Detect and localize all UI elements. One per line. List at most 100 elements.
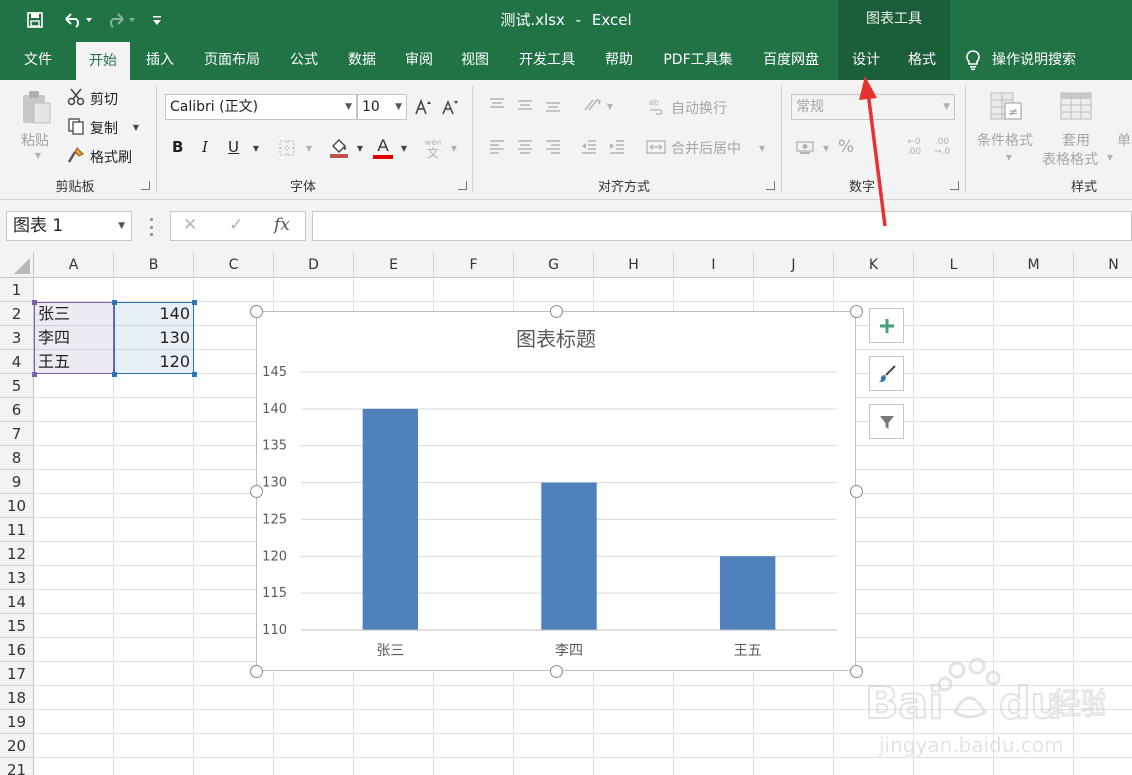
merge-dropdown-icon[interactable]: ▼: [756, 142, 768, 154]
font-launcher-icon[interactable]: [458, 181, 467, 190]
chart-resize-handle[interactable]: [849, 664, 863, 678]
accounting-format-icon[interactable]: [793, 136, 819, 158]
copy-dropdown-icon[interactable]: ▼: [130, 122, 142, 132]
chart-resize-handle[interactable]: [249, 484, 263, 498]
row-header-5[interactable]: 5: [0, 374, 34, 398]
chart-resize-handle[interactable]: [849, 304, 863, 318]
chart-object[interactable]: 图表标题 110 115 120 125 130 135 140 145 张三 李四 王五: [256, 311, 856, 671]
row-header-9[interactable]: 9: [0, 470, 34, 494]
column-header-d[interactable]: D: [274, 252, 354, 278]
column-header-f[interactable]: F: [434, 252, 514, 278]
chart-resize-handle[interactable]: [849, 484, 863, 498]
row-header-16[interactable]: 16: [0, 638, 34, 662]
column-header-a[interactable]: A: [34, 252, 114, 278]
tab-review[interactable]: 审阅: [393, 40, 445, 80]
chart-bar-2[interactable]: [541, 482, 597, 630]
cell-b3[interactable]: 130: [114, 326, 194, 350]
orientation-icon[interactable]: [580, 94, 604, 116]
row-header-18[interactable]: 18: [0, 686, 34, 710]
undo-icon[interactable]: [58, 8, 96, 32]
column-header-c[interactable]: C: [194, 252, 274, 278]
format-as-table-dropdown-icon[interactable]: ▼: [1104, 152, 1116, 162]
tab-developer[interactable]: 开发工具: [508, 40, 586, 80]
clipboard-launcher-icon[interactable]: [141, 181, 150, 190]
tab-chart-format[interactable]: 格式: [894, 40, 950, 80]
row-header-14[interactable]: 14: [0, 590, 34, 614]
row-header-7[interactable]: 7: [0, 422, 34, 446]
font-color-icon[interactable]: A: [370, 135, 396, 161]
italic-button[interactable]: I: [202, 138, 208, 156]
tab-pdf-tools[interactable]: PDF工具集: [652, 40, 744, 80]
cell-a4[interactable]: 王五: [34, 350, 114, 374]
column-header-m[interactable]: M: [994, 252, 1074, 278]
chart-bar-3[interactable]: [719, 556, 776, 630]
phonetic-dropdown-icon[interactable]: ▼: [448, 142, 460, 154]
font-color-dropdown-icon[interactable]: ▼: [398, 142, 410, 154]
format-painter-icon[interactable]: [66, 145, 86, 165]
tab-data[interactable]: 数据: [336, 40, 388, 80]
align-top-icon[interactable]: [486, 94, 508, 116]
chart-resize-handle[interactable]: [549, 304, 563, 318]
column-header-e[interactable]: E: [354, 252, 434, 278]
align-right-icon[interactable]: [542, 135, 564, 157]
cell-b4[interactable]: 120: [114, 350, 194, 374]
orientation-dropdown-icon[interactable]: ▼: [604, 100, 616, 112]
bold-button[interactable]: B: [172, 138, 183, 156]
formula-input[interactable]: [312, 211, 1132, 241]
column-header-i[interactable]: I: [674, 252, 754, 278]
row-header-6[interactable]: 6: [0, 398, 34, 422]
conditional-formatting-button[interactable]: 条件格式: [977, 130, 1033, 150]
borders-dropdown-icon[interactable]: ▼: [303, 142, 315, 154]
paste-icon[interactable]: [18, 88, 54, 128]
cut-icon[interactable]: [66, 87, 86, 107]
formula-bar-grip[interactable]: [148, 218, 154, 236]
row-header-20[interactable]: 20: [0, 734, 34, 758]
row-header-17[interactable]: 17: [0, 662, 34, 686]
number-launcher-icon[interactable]: [950, 181, 959, 190]
customize-arrow-icon[interactable]: [148, 8, 166, 32]
cut-button[interactable]: 剪切: [90, 89, 118, 109]
row-header-15[interactable]: 15: [0, 614, 34, 638]
fill-color-icon[interactable]: [326, 135, 352, 161]
paste-button[interactable]: 粘贴: [21, 130, 49, 150]
align-middle-icon[interactable]: [514, 94, 536, 116]
copy-icon[interactable]: [66, 116, 86, 136]
increase-font-size-icon[interactable]: [413, 96, 433, 118]
chart-resize-handle[interactable]: [249, 304, 263, 318]
borders-icon[interactable]: [276, 137, 298, 159]
column-header-h[interactable]: H: [594, 252, 674, 278]
cell-a3[interactable]: 李四: [34, 326, 114, 350]
format-as-table-button-line2[interactable]: 表格格式: [1042, 149, 1098, 169]
conditional-formatting-icon[interactable]: ≠: [988, 90, 1024, 124]
insert-function-icon[interactable]: fx: [274, 215, 290, 235]
align-center-icon[interactable]: [514, 135, 536, 157]
row-header-4[interactable]: 4: [0, 350, 34, 374]
row-header-19[interactable]: 19: [0, 710, 34, 734]
cancel-icon[interactable]: ✕: [183, 215, 197, 235]
row-header-3[interactable]: 3: [0, 326, 34, 350]
column-header-b[interactable]: B: [114, 252, 194, 278]
row-header-1[interactable]: 1: [0, 278, 34, 302]
format-as-table-icon[interactable]: [1058, 90, 1094, 124]
font-size-combo[interactable]: 10 ▼: [357, 94, 407, 120]
row-header-21[interactable]: 21: [0, 758, 34, 775]
chart-resize-handle[interactable]: [549, 664, 563, 678]
column-header-l[interactable]: L: [914, 252, 994, 278]
column-header-k[interactable]: K: [834, 252, 914, 278]
decrease-indent-icon[interactable]: [578, 135, 600, 157]
row-header-11[interactable]: 11: [0, 518, 34, 542]
enter-icon[interactable]: ✓: [229, 215, 243, 235]
conditional-formatting-dropdown-icon[interactable]: ▼: [1003, 152, 1015, 162]
format-painter-button[interactable]: 格式刷: [90, 147, 132, 167]
wrap-text-icon[interactable]: ab: [646, 95, 668, 117]
row-header-2[interactable]: 2: [0, 302, 34, 326]
row-header-10[interactable]: 10: [0, 494, 34, 518]
copy-button[interactable]: 复制: [90, 118, 118, 138]
chart-title[interactable]: 图表标题: [516, 327, 596, 351]
underline-dropdown-icon[interactable]: ▼: [250, 142, 262, 154]
redo-icon[interactable]: [100, 8, 140, 32]
cell-styles-button[interactable]: 单: [1117, 130, 1131, 150]
name-box[interactable]: 图表 1 ▼: [6, 211, 132, 241]
tab-help[interactable]: 帮助: [593, 40, 645, 80]
underline-button[interactable]: U: [228, 138, 239, 156]
